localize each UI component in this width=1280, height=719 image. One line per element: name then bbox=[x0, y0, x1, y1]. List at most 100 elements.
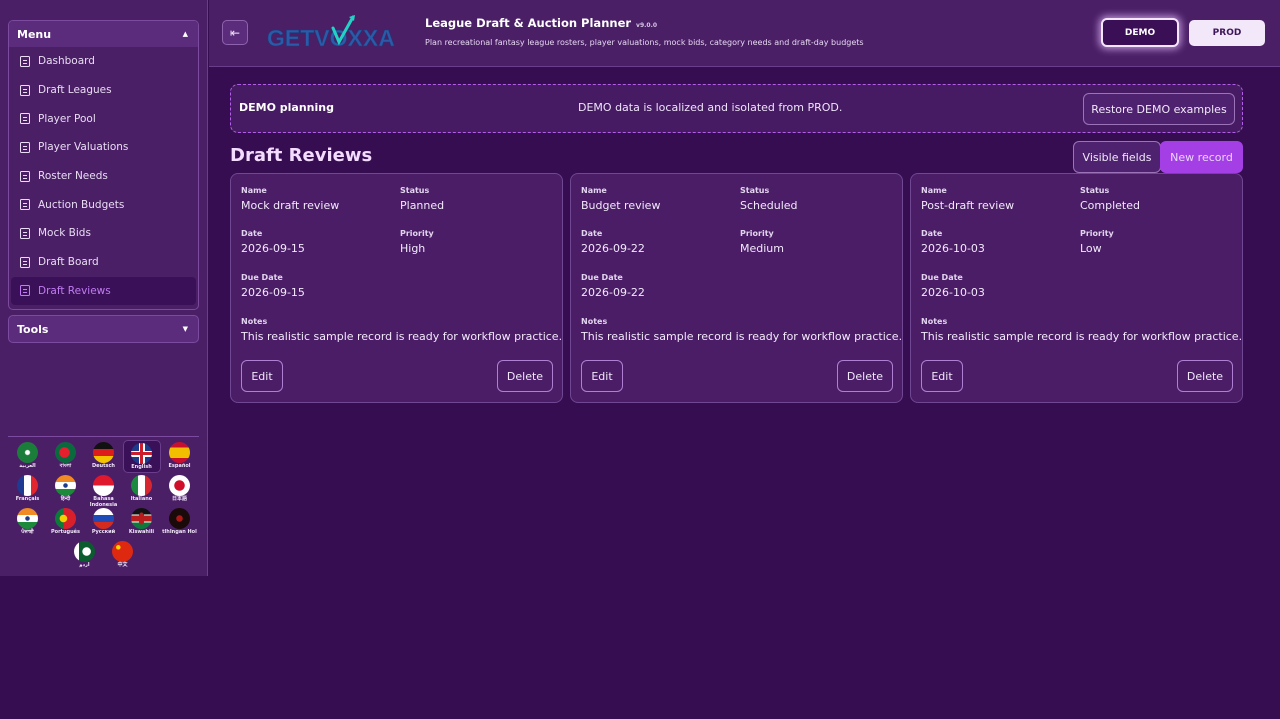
language-label: tlhIngan Hol bbox=[162, 529, 197, 535]
language-label: हिन्दी bbox=[60, 496, 71, 502]
language-option-punjabi[interactable]: ਪੰਜਾਬੀ bbox=[9, 506, 47, 539]
sidebar-item-label: Roster Needs bbox=[38, 170, 108, 183]
collapse-sidebar-button[interactable]: ⇤ bbox=[222, 20, 248, 45]
divider bbox=[8, 436, 199, 437]
language-option-urdu[interactable]: اردو bbox=[66, 539, 104, 572]
language-label: Português bbox=[50, 529, 81, 535]
language-label: Español bbox=[168, 463, 191, 469]
field-date: Date 2026-10-03 bbox=[921, 229, 985, 255]
edit-button[interactable]: Edit bbox=[581, 360, 623, 392]
sidebar-item-label: Player Pool bbox=[38, 112, 96, 125]
language-label: اردو bbox=[79, 562, 90, 568]
language-option-portuguese[interactable]: Português bbox=[47, 506, 85, 539]
new-record-button[interactable]: New record bbox=[1160, 141, 1243, 173]
prod-mode-button[interactable]: PROD bbox=[1189, 20, 1265, 46]
field-value: 2026-09-22 bbox=[581, 286, 645, 299]
sidebar-item-draft-leagues[interactable]: Draft Leagues bbox=[11, 76, 196, 105]
app-version: v9.0.0 bbox=[636, 22, 658, 29]
logo-text: GETVOXXA bbox=[267, 25, 395, 51]
language-label: English bbox=[131, 464, 152, 470]
language-option-spanish[interactable]: Español bbox=[161, 440, 199, 473]
sidebar-item-roster-needs[interactable]: Roster Needs bbox=[11, 162, 196, 191]
sidebar-item-auction-budgets[interactable]: Auction Budgets bbox=[11, 190, 196, 219]
language-option-italian[interactable]: Italiano bbox=[123, 473, 161, 506]
language-option-bengali[interactable]: বাংলা bbox=[47, 440, 85, 473]
sidebar-item-label: Draft Reviews bbox=[38, 284, 111, 297]
field-label: Due Date bbox=[581, 273, 623, 282]
language-option-indonesian[interactable]: Bahasa Indonesia bbox=[85, 473, 123, 507]
language-label: Deutsch bbox=[92, 463, 115, 469]
portugal-flag-icon bbox=[55, 508, 76, 529]
spain-flag-icon bbox=[169, 442, 190, 463]
language-option-english[interactable]: English bbox=[122, 440, 161, 473]
field-label: Due Date bbox=[921, 273, 963, 282]
saudi-arabia-flag-icon bbox=[17, 442, 38, 463]
delete-button[interactable]: Delete bbox=[837, 360, 893, 392]
field-value: Scheduled bbox=[740, 199, 798, 212]
delete-button[interactable]: Delete bbox=[1177, 360, 1233, 392]
field-priority: Priority Medium bbox=[740, 229, 784, 255]
field-value: Planned bbox=[400, 199, 445, 212]
menu-panel: Menu ▲ Dashboard Draft Leagues Player Po… bbox=[8, 20, 199, 310]
sidebar-item-player-pool[interactable]: Player Pool bbox=[11, 104, 196, 133]
field-value: Medium bbox=[740, 242, 784, 255]
field-label: Name bbox=[241, 186, 267, 195]
language-label: 日本語 bbox=[171, 496, 187, 502]
record-card: Name Post-draft review Status Completed … bbox=[910, 173, 1243, 403]
edit-button[interactable]: Edit bbox=[241, 360, 283, 392]
sidebar: Menu ▲ Dashboard Draft Leagues Player Po… bbox=[0, 0, 208, 576]
sidebar-item-dashboard[interactable]: Dashboard bbox=[11, 47, 196, 76]
menu-toggle[interactable]: Menu ▲ bbox=[9, 21, 198, 47]
language-option-arabic[interactable]: العربية bbox=[9, 440, 47, 473]
field-due-date: Due Date 2026-09-15 bbox=[241, 273, 305, 299]
field-label: Priority bbox=[1080, 229, 1114, 238]
tools-toggle[interactable]: Tools ▼ bbox=[8, 315, 199, 343]
document-icon bbox=[20, 84, 30, 96]
uk-flag-icon bbox=[131, 443, 152, 464]
germany-flag-icon bbox=[93, 442, 114, 463]
field-due-date: Due Date 2026-10-03 bbox=[921, 273, 985, 299]
bangladesh-flag-icon bbox=[55, 442, 76, 463]
field-value: Low bbox=[1080, 242, 1102, 255]
sidebar-item-draft-reviews[interactable]: Draft Reviews bbox=[11, 276, 196, 306]
field-value: Mock draft review bbox=[241, 199, 340, 212]
demo-mode-button[interactable]: DEMO bbox=[1101, 18, 1179, 47]
document-icon bbox=[20, 285, 30, 297]
language-option-hindi[interactable]: हिन्दी bbox=[47, 473, 85, 506]
field-name: Name Post-draft review bbox=[921, 186, 1014, 212]
field-label: Date bbox=[581, 229, 603, 238]
document-icon bbox=[20, 199, 30, 211]
sidebar-item-label: Draft Board bbox=[38, 256, 99, 269]
edit-button[interactable]: Edit bbox=[921, 360, 963, 392]
chevron-up-icon: ▲ bbox=[182, 30, 188, 38]
visible-fields-button[interactable]: Visible fields bbox=[1073, 141, 1161, 173]
language-option-french[interactable]: Français bbox=[9, 473, 47, 506]
sidebar-item-draft-board[interactable]: Draft Board bbox=[11, 248, 196, 277]
language-option-japanese[interactable]: 日本語 bbox=[161, 473, 199, 506]
field-value: 2026-09-15 bbox=[241, 242, 305, 255]
restore-demo-button[interactable]: Restore DEMO examples bbox=[1083, 93, 1235, 125]
language-option-german[interactable]: Deutsch bbox=[85, 440, 123, 473]
language-option-chinese[interactable]: 中文 bbox=[104, 539, 142, 572]
sidebar-item-label: Mock Bids bbox=[38, 227, 91, 240]
app-title: League Draft & Auction Planner bbox=[425, 16, 632, 30]
sidebar-item-player-valuations[interactable]: Player Valuations bbox=[11, 133, 196, 162]
field-name: Name Budget review bbox=[581, 186, 660, 212]
document-icon bbox=[20, 227, 30, 239]
sidebar-item-mock-bids[interactable]: Mock Bids bbox=[11, 219, 196, 248]
tools-title: Tools bbox=[17, 322, 49, 336]
field-value: Post-draft review bbox=[921, 199, 1015, 212]
getvoxxa-logo: GETVOXXA bbox=[267, 15, 395, 51]
delete-button[interactable]: Delete bbox=[497, 360, 553, 392]
field-label: Date bbox=[921, 229, 943, 238]
language-picker: العربية বাংলা Deutsch English Español Fr… bbox=[8, 440, 199, 572]
language-option-swahili[interactable]: Kiswahili bbox=[123, 506, 161, 539]
language-label: ਪੰਜਾਬੀ bbox=[21, 529, 34, 535]
page-title: Draft Reviews bbox=[230, 145, 373, 166]
language-label: Kiswahili bbox=[128, 529, 155, 535]
language-option-klingon[interactable]: tlhIngan Hol bbox=[161, 506, 199, 539]
sidebar-item-label: Dashboard bbox=[38, 55, 95, 68]
kenya-flag-icon bbox=[131, 508, 152, 529]
field-label: Status bbox=[400, 186, 430, 195]
language-option-russian[interactable]: Русский bbox=[85, 506, 123, 539]
